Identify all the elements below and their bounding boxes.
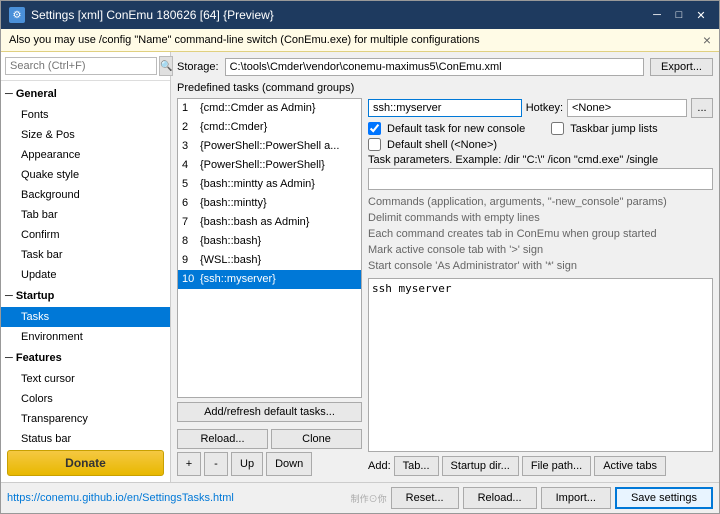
reset-button[interactable]: Reset... [391, 487, 459, 509]
help-link[interactable]: https://conemu.github.io/en/SettingsTask… [7, 492, 234, 504]
task-nav-row: + - Up Down [177, 452, 362, 476]
notification-text: Also you may use /config "Name" command-… [9, 34, 480, 46]
sidebar-item-general[interactable]: ─ General [1, 83, 170, 105]
minimize-button[interactable]: ─ [647, 6, 667, 24]
bottom-buttons: Reset... Reload... Import... Save settin… [391, 487, 713, 509]
sidebar-item-startup[interactable]: ─ Startup [1, 285, 170, 307]
donate-button[interactable]: Donate [7, 450, 164, 476]
main-content: 🔍 ─ General Fonts Size & Pos Appearance … [1, 52, 719, 482]
sidebar-tree: ─ General Fonts Size & Pos Appearance Qu… [1, 81, 170, 444]
task-item-10[interactable]: 10{ssh::myserver} [178, 270, 361, 289]
maximize-button[interactable]: □ [669, 6, 689, 24]
task-item-1[interactable]: 1{cmd::Cmder as Admin} [178, 99, 361, 118]
content-area: Storage: Export... Predefined tasks (com… [171, 52, 719, 482]
add-task-button[interactable]: + [177, 452, 201, 476]
storage-label: Storage: [177, 61, 219, 73]
sidebar-item-appearance[interactable]: Appearance [1, 145, 170, 165]
sidebar-item-task-bar[interactable]: Task bar [1, 245, 170, 265]
reload-settings-button[interactable]: Reload... [463, 487, 537, 509]
params-label: Task parameters. Example: /dir "C:\" /ic… [368, 154, 713, 166]
task-item-8[interactable]: 8{bash::bash} [178, 232, 361, 251]
storage-input[interactable] [225, 58, 644, 76]
close-button[interactable]: ✕ [691, 6, 711, 24]
active-tabs-button[interactable]: Active tabs [594, 456, 666, 476]
export-button[interactable]: Export... [650, 58, 713, 76]
import-button[interactable]: Import... [541, 487, 611, 509]
sidebar-item-text-cursor[interactable]: Text cursor [1, 369, 170, 389]
move-up-button[interactable]: Up [231, 452, 263, 476]
sidebar-item-environment[interactable]: Environment [1, 327, 170, 347]
default-task-row: Default task for new console Taskbar jum… [368, 122, 713, 135]
app-icon: ⚙ [9, 7, 25, 23]
sidebar-item-tasks[interactable]: Tasks [1, 307, 170, 327]
sidebar: 🔍 ─ General Fonts Size & Pos Appearance … [1, 52, 171, 482]
sidebar-item-features[interactable]: ─ Features [1, 347, 170, 369]
search-box: 🔍 [1, 52, 170, 81]
hotkey-label: Hotkey: [526, 102, 563, 114]
sidebar-item-tab-bar[interactable]: Tab bar [1, 205, 170, 225]
watermark: 制作⊙你 [351, 492, 387, 505]
remove-task-button[interactable]: - [204, 452, 228, 476]
task-item-2[interactable]: 2{cmd::Cmder} [178, 118, 361, 137]
sidebar-item-colors[interactable]: Colors [1, 389, 170, 409]
task-item-5[interactable]: 5{bash::mintty as Admin} [178, 175, 361, 194]
task-name-input[interactable] [368, 99, 522, 117]
sidebar-item-size-pos[interactable]: Size & Pos [1, 125, 170, 145]
sidebar-item-transparency[interactable]: Transparency [1, 409, 170, 429]
file-path-button[interactable]: File path... [522, 456, 591, 476]
taskbar-label: Taskbar jump lists [570, 123, 657, 135]
task-item-7[interactable]: 7{bash::bash as Admin} [178, 213, 361, 232]
main-window: ⚙ Settings [xml] ConEmu 180626 [64] {Pre… [0, 0, 720, 514]
task-item-4[interactable]: 4{PowerShell::PowerShell} [178, 156, 361, 175]
tasks-area: 1{cmd::Cmder as Admin} 2{cmd::Cmder} 3{P… [177, 98, 713, 476]
search-input[interactable] [5, 57, 157, 75]
default-shell-row: Default shell (<None>) [368, 138, 713, 151]
titlebar-controls: ─ □ ✕ [647, 6, 711, 24]
window-title: Settings [xml] ConEmu 180626 [64] {Previ… [31, 8, 274, 22]
default-task-label: Default task for new console [387, 123, 525, 135]
titlebar: ⚙ Settings [xml] ConEmu 180626 [64] {Pre… [1, 1, 719, 29]
sidebar-item-quake-style[interactable]: Quake style [1, 165, 170, 185]
task-item-9[interactable]: 9{WSL::bash} [178, 251, 361, 270]
titlebar-left: ⚙ Settings [xml] ConEmu 180626 [64] {Pre… [9, 7, 274, 23]
default-shell-checkbox[interactable] [368, 138, 381, 151]
add-refresh-button[interactable]: Add/refresh default tasks... [177, 402, 362, 422]
task-action-buttons: Reload... Clone [177, 429, 362, 449]
task-item-3[interactable]: 3{PowerShell::PowerShell a... [178, 137, 361, 156]
sidebar-item-background[interactable]: Background [1, 185, 170, 205]
commands-textarea[interactable]: ssh myserver [368, 278, 713, 452]
reload-button[interactable]: Reload... [177, 429, 268, 449]
save-settings-button[interactable]: Save settings [615, 487, 713, 509]
task-list-panel: 1{cmd::Cmder as Admin} 2{cmd::Cmder} 3{P… [177, 98, 362, 476]
params-input[interactable] [368, 168, 713, 190]
storage-row: Storage: Export... [177, 58, 713, 76]
sidebar-item-update[interactable]: Update [1, 265, 170, 285]
move-down-button[interactable]: Down [266, 452, 312, 476]
hotkey-dots-button[interactable]: ... [691, 98, 713, 118]
sidebar-item-status-bar[interactable]: Status bar [1, 429, 170, 444]
bottom-bar: https://conemu.github.io/en/SettingsTask… [1, 482, 719, 513]
notification-bar: Also you may use /config "Name" command-… [1, 29, 719, 52]
default-task-checkbox[interactable] [368, 122, 381, 135]
taskbar-checkbox[interactable] [551, 122, 564, 135]
commands-hint: Commands (application, arguments, "-new_… [368, 194, 713, 274]
hotkey-input[interactable] [567, 99, 687, 117]
default-shell-label: Default shell (<None>) [387, 139, 497, 151]
predefined-label: Predefined tasks (command groups) [177, 82, 713, 94]
sidebar-item-fonts[interactable]: Fonts [1, 105, 170, 125]
add-row: Add: Tab... Startup dir... File path... … [368, 456, 713, 476]
task-item-6[interactable]: 6{bash::mintty} [178, 194, 361, 213]
add-label: Add: [368, 460, 391, 472]
clone-button[interactable]: Clone [271, 429, 362, 449]
task-list: 1{cmd::Cmder as Admin} 2{cmd::Cmder} 3{P… [177, 98, 362, 398]
add-tab-button[interactable]: Tab... [394, 456, 439, 476]
detail-panel: Hotkey: ... Default task for new console… [368, 98, 713, 476]
hotkey-row: Hotkey: ... [368, 98, 713, 118]
startup-dir-button[interactable]: Startup dir... [442, 456, 519, 476]
notification-close-button[interactable]: × [703, 32, 711, 48]
sidebar-item-confirm[interactable]: Confirm [1, 225, 170, 245]
